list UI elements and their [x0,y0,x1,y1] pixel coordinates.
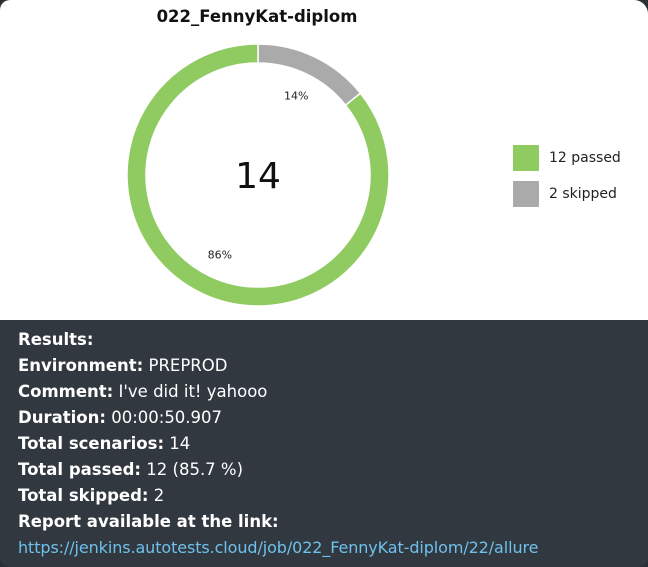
total-skipped-value: 2 [153,486,165,505]
total-scenarios-row: Total scenarios: 14 [18,431,638,457]
duration-label: Duration: [18,408,106,427]
message-card: 022_FennyKat-diplom 14% 86% 14 12 passed 2… [0,0,648,567]
results-text[interactable]: Results: Environment: PREPROD Comment: I… [18,327,638,561]
total-scenarios-value: 14 [169,434,191,453]
chart-image[interactable]: 022_FennyKat-diplom 14% 86% 14 12 passed 2… [0,0,648,320]
comment-label: Comment: [18,382,114,401]
total-skipped-label: Total skipped: [18,486,149,505]
legend-swatch-skipped [513,181,539,207]
environment-value: PREPROD [148,356,228,375]
results-heading: Results: [18,330,94,349]
report-link-row: https://jenkins.autotests.cloud/job/022_… [18,535,638,561]
total-passed-row: Total passed: 12 (85.7 %) [18,457,638,483]
total-skipped-row: Total skipped: 2 [18,483,638,509]
legend-label-passed: 12 passed [549,150,621,166]
environment-row: Environment: PREPROD [18,353,638,379]
total-passed-label: Total passed: [18,460,142,479]
legend-swatch-passed [513,145,539,171]
slice-percent-label-passed: 86% [208,248,232,261]
donut-center-total: 14 [235,156,281,197]
total-passed-value: 12 (85.7 %) [146,460,244,479]
duration-row: Duration: 00:00:50.907 [18,405,638,431]
total-scenarios-label: Total scenarios: [18,434,165,453]
environment-label: Environment: [18,356,144,375]
legend-label-skipped: 2 skipped [549,186,617,202]
duration-value: 00:00:50.907 [111,408,223,427]
report-link[interactable]: https://jenkins.autotests.cloud/job/022_… [18,538,538,557]
report-label: Report available at the link: [18,512,279,531]
comment-row: Comment: I've did it! yahooo [18,379,638,405]
slice-percent-label-skipped: 14% [284,90,308,103]
donut-slice-skipped [257,43,362,107]
comment-value: I've did it! yahooo [118,382,268,401]
